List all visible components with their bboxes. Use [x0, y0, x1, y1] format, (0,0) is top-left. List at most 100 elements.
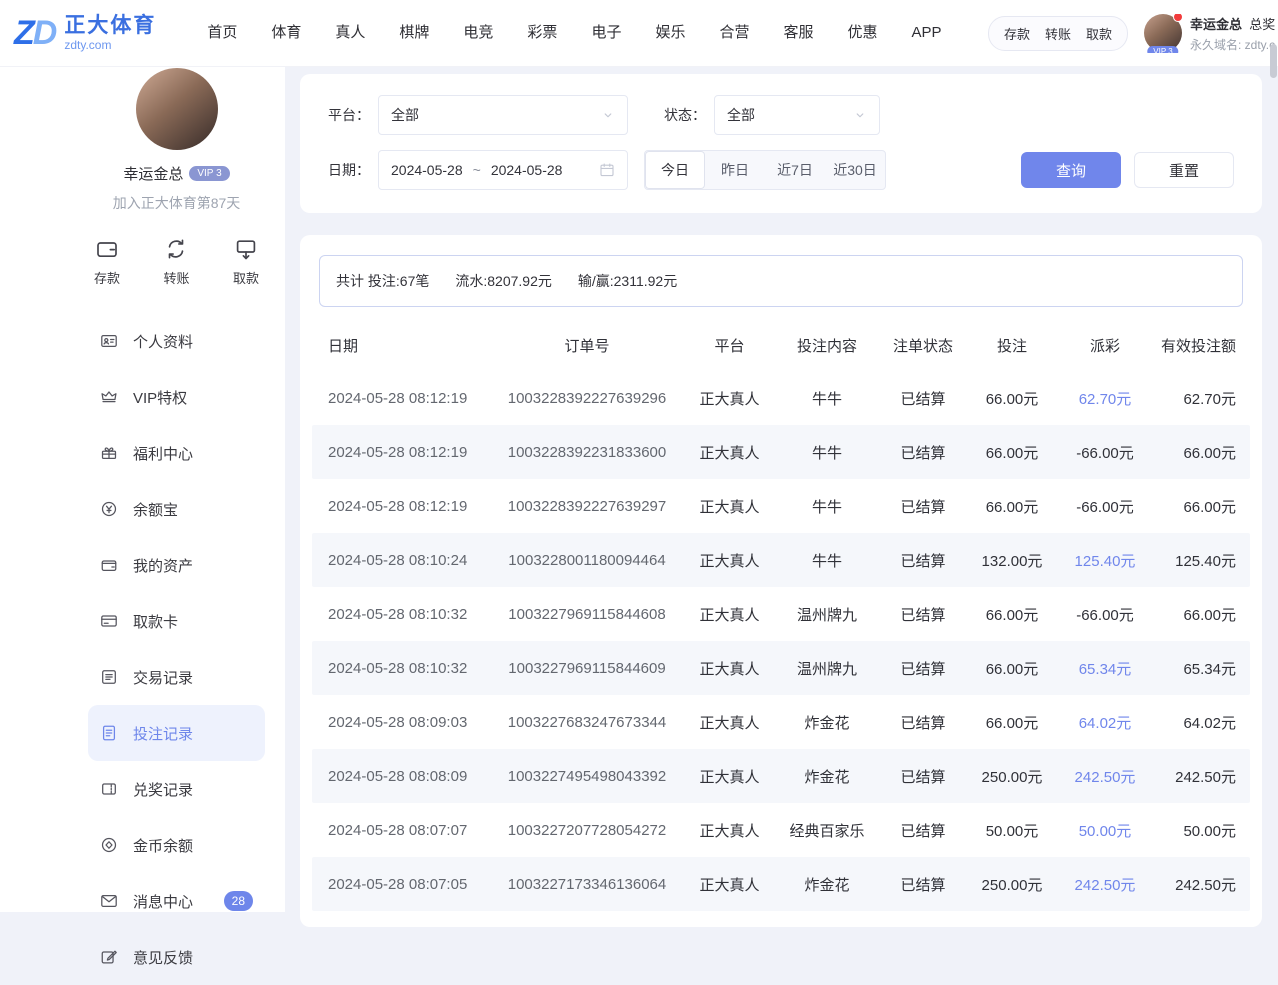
- sidebar-item-label: 个人资料: [133, 331, 193, 352]
- range-button-today[interactable]: 今日: [645, 151, 705, 189]
- cell-bet-content: 炸金花: [777, 766, 877, 787]
- cell-date: 2024-05-28 08:07:07: [312, 822, 492, 839]
- wallet-actions-pill: 存款转账取款: [988, 16, 1128, 51]
- quick-action-deposit[interactable]: 存款: [94, 237, 120, 287]
- wallet-transfer-button[interactable]: 转账: [1045, 24, 1071, 43]
- nav-item-app[interactable]: APP: [895, 0, 959, 66]
- date-separator: ~: [473, 162, 481, 178]
- cell-platform: 正大真人: [682, 550, 777, 571]
- wallet-deposit-button[interactable]: 存款: [1004, 24, 1030, 43]
- transaction-list-icon: [100, 668, 118, 686]
- nav-item-lottery[interactable]: 彩票: [510, 0, 574, 66]
- header-user-name: 幸运金总 总奖: [1190, 14, 1275, 33]
- platform-select[interactable]: 全部: [378, 95, 628, 135]
- cell-bet-amount: 250.00元: [969, 874, 1055, 895]
- cell-platform: 正大真人: [682, 874, 777, 895]
- sidebar-item-label: 余额宝: [133, 499, 178, 520]
- main-content: 平台： 全部 状态： 全部 日期： 2024-05-28 ~ 2024-05-2…: [300, 66, 1262, 927]
- unread-count-badge: 28: [224, 891, 253, 911]
- sidebar-item-my-assets[interactable]: 我的资产: [88, 537, 265, 593]
- header-user-block[interactable]: VIP 3 幸运金总 总奖 永久域名: zdty.c: [1144, 14, 1278, 53]
- table-row[interactable]: 2024-05-28 08:12:191003228392231833600正大…: [312, 425, 1250, 479]
- table-row[interactable]: 2024-05-28 08:10:241003228001180094464正大…: [312, 533, 1250, 587]
- range-button-last-30-days[interactable]: 近30日: [825, 151, 885, 189]
- sidebar-item-gold-balance[interactable]: 金币余额: [88, 817, 265, 873]
- table-row[interactable]: 2024-05-28 08:07:071003227207728054272正大…: [312, 803, 1250, 857]
- cell-payout: -66.00元: [1055, 442, 1155, 463]
- profile-avatar[interactable]: [136, 68, 218, 150]
- cell-platform: 正大真人: [682, 496, 777, 517]
- cell-status: 已结算: [877, 388, 969, 409]
- cell-valid-amount: 64.02元: [1155, 712, 1250, 733]
- cell-date: 2024-05-28 08:10:32: [312, 660, 492, 677]
- column-header: 派彩: [1055, 335, 1155, 356]
- cell-bet-amount: 66.00元: [969, 712, 1055, 733]
- table-row[interactable]: 2024-05-28 08:08:091003227495498043392正大…: [312, 749, 1250, 803]
- cell-order-id: 1003227173346136064: [492, 876, 682, 893]
- sidebar-item-bet-records[interactable]: 投注记录: [88, 705, 265, 761]
- table-row[interactable]: 2024-05-28 08:10:321003227969115844609正大…: [312, 641, 1250, 695]
- table-row[interactable]: 2024-05-28 08:09:031003227683247673344正大…: [312, 695, 1250, 749]
- cell-order-id: 1003227969115844609: [492, 660, 682, 677]
- cell-status: 已结算: [877, 874, 969, 895]
- nav-item-board-games[interactable]: 棋牌: [382, 0, 446, 66]
- table-row[interactable]: 2024-05-28 08:12:191003228392227639296正大…: [312, 371, 1250, 425]
- table-row[interactable]: 2024-05-28 08:07:051003227173346136064正大…: [312, 857, 1250, 911]
- nav-item-support[interactable]: 客服: [766, 0, 830, 66]
- cell-bet-amount: 66.00元: [969, 658, 1055, 679]
- user-name-text: 幸运金总: [1190, 17, 1242, 32]
- quick-action-withdraw[interactable]: 取款: [233, 237, 259, 287]
- sidebar-item-label: VIP特权: [133, 387, 187, 408]
- sidebar-item-message-center[interactable]: 消息中心28: [88, 873, 265, 929]
- sidebar-item-redeem-records[interactable]: 兑奖记录: [88, 761, 265, 817]
- column-header: 订单号: [492, 335, 682, 356]
- quick-action-transfer[interactable]: 转账: [163, 237, 189, 287]
- sidebar-item-welfare-center[interactable]: 福利中心: [88, 425, 265, 481]
- nav-item-promotions[interactable]: 优惠: [831, 0, 895, 66]
- nav-item-esports[interactable]: 电竞: [446, 0, 510, 66]
- cell-payout: 62.70元: [1055, 388, 1155, 409]
- vip-badge[interactable]: VIP 3: [189, 166, 229, 181]
- platform-filter-label: 平台：: [328, 105, 370, 125]
- cell-valid-amount: 66.00元: [1155, 442, 1250, 463]
- date-range-input[interactable]: 2024-05-28 ~ 2024-05-28: [378, 150, 628, 190]
- cell-payout: -66.00元: [1055, 496, 1155, 517]
- sidebar-menu: 个人资料 VIP特权福利中心余额宝我的资产取款卡交易记录投注记录兑奖记录金币余额消…: [88, 313, 265, 985]
- nav-item-partnership[interactable]: 合营: [702, 0, 766, 66]
- status-select[interactable]: 全部: [714, 95, 880, 135]
- nav-item-home[interactable]: 首页: [190, 0, 254, 66]
- reset-button[interactable]: 重置: [1134, 152, 1234, 188]
- transfer-icon: [164, 237, 188, 261]
- brand-logo[interactable]: ZD 正大体育 zdty.com: [14, 14, 156, 52]
- cell-bet-amount: 66.00元: [969, 442, 1055, 463]
- sidebar-item-label: 取款卡: [133, 611, 178, 632]
- gift-icon: [100, 444, 118, 462]
- range-button-yesterday[interactable]: 昨日: [705, 151, 765, 189]
- sidebar-item-profile[interactable]: 个人资料: [88, 313, 265, 369]
- nav-item-live-casino[interactable]: 真人: [318, 0, 382, 66]
- redeem-record-icon: [100, 780, 118, 798]
- sidebar-item-withdraw-card[interactable]: 取款卡: [88, 593, 265, 649]
- cell-platform: 正大真人: [682, 820, 777, 841]
- scrollbar-thumb[interactable]: [1270, 44, 1277, 78]
- sidebar-item-feedback[interactable]: 意见反馈: [88, 929, 265, 985]
- cell-platform: 正大真人: [682, 658, 777, 679]
- table-row[interactable]: 2024-05-28 08:10:321003227969115844608正大…: [312, 587, 1250, 641]
- table-row[interactable]: 2024-05-28 08:12:191003228392227639297正大…: [312, 479, 1250, 533]
- id-card-icon: [100, 332, 118, 350]
- status-filter-label: 状态：: [664, 105, 706, 125]
- search-button[interactable]: 查询: [1021, 152, 1121, 188]
- nav-item-slots[interactable]: 电子: [574, 0, 638, 66]
- wallet-withdraw-button[interactable]: 取款: [1086, 24, 1112, 43]
- nav-item-sports[interactable]: 体育: [254, 0, 318, 66]
- avatar[interactable]: VIP 3: [1144, 14, 1182, 52]
- sidebar-item-yuebao[interactable]: 余额宝: [88, 481, 265, 537]
- nav-item-entertainment[interactable]: 娱乐: [638, 0, 702, 66]
- cell-bet-content: 牛牛: [777, 550, 877, 571]
- cell-platform: 正大真人: [682, 766, 777, 787]
- top-header: ZD 正大体育 zdty.com 首页体育真人棋牌电竞彩票电子娱乐合营客服优惠A…: [0, 0, 1278, 67]
- sidebar-item-vip-privileges[interactable]: VIP特权: [88, 369, 265, 425]
- range-button-last-7-days[interactable]: 近7日: [765, 151, 825, 189]
- cell-order-id: 1003228392231833600: [492, 444, 682, 461]
- sidebar-item-transaction-records[interactable]: 交易记录: [88, 649, 265, 705]
